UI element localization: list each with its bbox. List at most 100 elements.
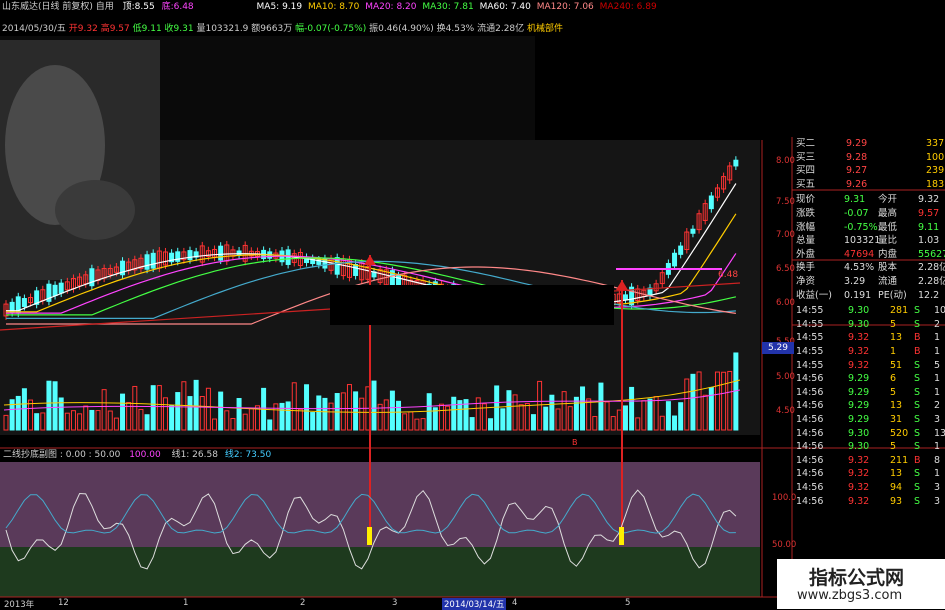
volume-bar: [598, 382, 604, 431]
stat-label: 内盘: [878, 248, 898, 260]
tick-time: 14:56: [796, 427, 824, 439]
bid-price: 9.29: [846, 138, 868, 149]
x-axis-label: 2013年: [4, 600, 35, 610]
bid-label: 买三: [796, 151, 816, 163]
stat-value: 3.29: [844, 276, 866, 287]
stat-label: 最高: [878, 208, 898, 219]
tick-time: 14:56: [796, 386, 824, 398]
stat-label: 现价: [796, 194, 816, 206]
candle-body: [353, 264, 359, 276]
bid-row: 买二 9.29 337: [792, 137, 945, 150]
x-axis-label: 5: [625, 598, 631, 608]
ma10-label: MA10: 8.70: [308, 2, 360, 12]
price-tag: 5.29: [762, 342, 794, 354]
volume: 量103321.9: [196, 24, 249, 34]
tick-row: 14:56 9.29 6 S 1: [792, 372, 945, 385]
turnover: 换4.53%: [436, 24, 475, 34]
stat-value: 9.32: [918, 194, 940, 206]
volume-bar: [426, 393, 432, 431]
tick-side: S: [914, 495, 921, 507]
low: 低9.11: [132, 24, 162, 34]
signal-bar: [619, 527, 624, 545]
watermark-url: www.zbgs3.com: [797, 588, 903, 603]
tick-volume: 13: [890, 332, 903, 344]
stat-label: 净资: [796, 276, 816, 287]
tick-row: 14:56 9.32 93 S 3: [792, 495, 945, 508]
indicator-title-row: 二线抄底副图 : 0.00 : 50.00 100.00 线1: 26.58 线…: [3, 450, 271, 461]
stat-value: -0.75%: [844, 221, 878, 233]
tick-count: 8: [934, 454, 941, 466]
volume-bar: [310, 412, 316, 431]
volume-bar: [187, 396, 193, 431]
stock-name: 山东威达(日线 前复权) 自用: [2, 2, 114, 12]
stat-label: 总量: [796, 235, 816, 247]
tick-volume: 94: [890, 482, 903, 493]
volume-bar: [353, 391, 359, 431]
volume-bar: [469, 417, 475, 431]
candle-body: [690, 228, 696, 234]
change: 幅-0.07(-0.75%): [295, 24, 367, 34]
volume-bar: [193, 379, 199, 431]
ma5-label: MA5: 9.19: [256, 2, 303, 12]
volume-bar: [530, 414, 536, 431]
indicator-axis-mid: 50.00: [772, 540, 797, 550]
bid-price: 9.27: [846, 165, 868, 177]
volume-bar: [89, 409, 95, 431]
stat-label: 换手: [796, 262, 816, 274]
float-shares: 流通2.28亿: [477, 24, 525, 34]
stat-label: 收益(一): [796, 289, 832, 301]
volume-bar: [46, 380, 52, 431]
tick-price: 9.30: [848, 427, 870, 439]
tick-row: 14:56 9.29 13 S 2: [792, 399, 945, 412]
stat-label: 最低: [878, 221, 898, 233]
tick-volume: 211: [890, 454, 909, 466]
tick-volume: 1: [890, 346, 897, 357]
tick-time: 14:56: [796, 414, 824, 425]
tick-side: S: [914, 468, 921, 480]
stat-value: 4.53%: [844, 262, 875, 274]
volume-bar: [389, 390, 395, 431]
tick-row: 14:55 9.32 13 B 1: [792, 331, 945, 344]
stat-value: 103321: [844, 235, 881, 247]
stat-row: 涨跌 -0.07 最高 9.57: [792, 207, 945, 220]
tick-time: 14:56: [796, 441, 824, 453]
indicator-line2: 线2: 73.50: [224, 450, 272, 460]
candle-body: [678, 245, 684, 255]
tick-price: 9.30: [848, 318, 870, 330]
volume-bar: [169, 405, 175, 431]
tick-volume: 5: [890, 441, 897, 453]
stat-row: 净资 3.29 流通 2.28亿: [792, 275, 945, 288]
tick-side: S: [914, 427, 921, 439]
bottom-value: 底:6.48: [161, 2, 194, 12]
stat-value: 55627: [918, 248, 945, 260]
tick-price: 9.32: [848, 332, 870, 344]
tick-row: 14:55 9.30 281 S 10: [792, 304, 945, 317]
tick-count: 3: [934, 482, 941, 493]
candle-body: [144, 254, 150, 270]
stat-label: 涨幅: [796, 221, 816, 233]
tick-side: S: [914, 400, 921, 412]
stat-label: 外盘: [796, 248, 816, 260]
candle-body: [21, 298, 27, 308]
volume-bar: [285, 401, 291, 431]
tick-count: 13: [934, 427, 945, 439]
tick-price: 9.30: [848, 441, 870, 453]
bid-label: 买五: [796, 178, 816, 190]
open: 开9.32: [68, 24, 98, 34]
tick-count: 1: [934, 468, 941, 480]
tick-time: 14:56: [796, 454, 824, 466]
indicator-top-band: [0, 462, 760, 547]
tick-count: 2: [934, 400, 941, 412]
tick-count: 3: [934, 414, 941, 425]
tick-row: 14:56 9.30 520 S 13: [792, 427, 945, 440]
volume-bar: [647, 398, 653, 431]
bid-volume: 239: [926, 165, 945, 177]
close: 收9.31: [164, 24, 194, 34]
ma20-label: MA20: 8.20: [365, 2, 417, 12]
volume-bar: [665, 401, 671, 431]
top-value: 顶:8.55: [122, 2, 155, 12]
volume-bar: [218, 391, 224, 431]
tick-row: 14:55 9.32 1 B 1: [792, 345, 945, 358]
volume-bar: [267, 419, 273, 431]
tick-count: 1: [934, 373, 941, 385]
